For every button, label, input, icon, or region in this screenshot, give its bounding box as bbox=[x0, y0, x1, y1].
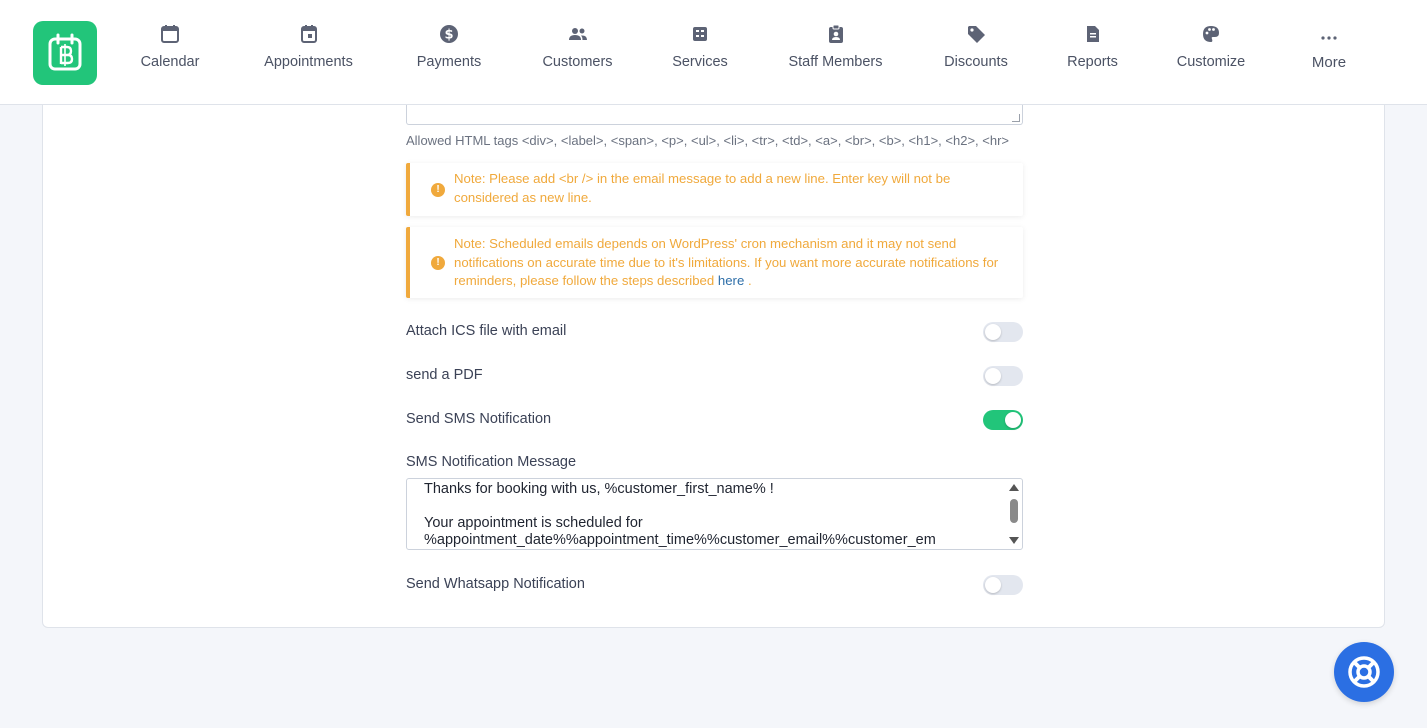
help-button[interactable] bbox=[1334, 642, 1394, 702]
note-text: Note: Please add <br /> in the email mes… bbox=[454, 171, 951, 205]
booking-logo-icon bbox=[48, 33, 82, 71]
nav-label: More bbox=[1311, 54, 1347, 71]
here-link[interactable]: here bbox=[718, 273, 744, 288]
nav-label: Payments bbox=[416, 54, 482, 70]
nav-label: Staff Members bbox=[788, 54, 883, 70]
nav-customize[interactable]: Customize bbox=[1173, 24, 1249, 80]
nav-label: Customers bbox=[542, 54, 613, 70]
lifebuoy-icon bbox=[1348, 656, 1380, 688]
send-sms-label: Send SMS Notification bbox=[406, 411, 552, 427]
nav-customers[interactable]: Customers bbox=[538, 24, 617, 80]
scroll-down-arrow-icon[interactable] bbox=[1009, 537, 1019, 544]
scroll-thumb[interactable] bbox=[1010, 499, 1018, 523]
nav-calendar[interactable]: Calendar bbox=[137, 24, 203, 80]
dollar-circle-icon: $ bbox=[440, 25, 458, 43]
nav-services[interactable]: Services bbox=[670, 24, 730, 80]
scroll-up-arrow-icon[interactable] bbox=[1009, 484, 1019, 491]
nav-label: Discounts bbox=[944, 54, 1008, 70]
info-icon: ! bbox=[431, 256, 445, 270]
send-whatsapp-label: Send Whatsapp Notification bbox=[406, 576, 585, 592]
resize-grip-icon[interactable] bbox=[1012, 114, 1020, 122]
nav-more[interactable]: More bbox=[1309, 28, 1349, 84]
send-whatsapp-toggle[interactable] bbox=[983, 575, 1023, 595]
cron-note: ! Note: Scheduled emails depends on Word… bbox=[406, 227, 1023, 298]
textarea-scrollbar[interactable] bbox=[1006, 479, 1022, 549]
app-logo[interactable] bbox=[33, 21, 97, 85]
document-icon bbox=[1086, 26, 1099, 42]
sms-message-label: SMS Notification Message bbox=[406, 454, 577, 470]
cron-note-suffix: . bbox=[744, 273, 752, 288]
nav-staff-members[interactable]: Staff Members bbox=[784, 24, 887, 80]
nav-label: Reports bbox=[1067, 54, 1118, 70]
toggle-knob bbox=[985, 368, 1001, 384]
nav-payments[interactable]: $ Payments bbox=[413, 24, 485, 80]
nav-label: Customize bbox=[1176, 54, 1246, 70]
svg-text:$: $ bbox=[444, 28, 453, 43]
calendar-icon bbox=[161, 25, 179, 43]
info-icon: ! bbox=[431, 183, 445, 197]
nav-label: Services bbox=[672, 54, 728, 70]
toggle-knob bbox=[985, 324, 1001, 340]
top-navbar: Calendar Appointments $ Payments Custome… bbox=[0, 0, 1427, 105]
sms-message-text[interactable]: Thanks for booking with us, %customer_fi… bbox=[424, 481, 992, 549]
ellipsis-icon bbox=[1321, 36, 1337, 40]
line-break-note: ! Note: Please add <br /> in the email m… bbox=[406, 163, 1023, 216]
calendar-day-icon bbox=[300, 25, 317, 43]
users-icon bbox=[568, 28, 587, 40]
nav-label: Appointments bbox=[264, 54, 353, 70]
attach-ics-label: Attach ICS file with email bbox=[406, 323, 567, 339]
toggle-knob bbox=[985, 577, 1001, 593]
tag-icon bbox=[968, 26, 985, 43]
nav-appointments[interactable]: Appointments bbox=[258, 24, 359, 80]
send-pdf-toggle[interactable] bbox=[983, 366, 1023, 386]
nav-discounts[interactable]: Discounts bbox=[941, 24, 1011, 80]
palette-icon bbox=[1203, 26, 1219, 42]
nav-reports[interactable]: Reports bbox=[1065, 24, 1120, 80]
send-pdf-label: send a PDF bbox=[406, 367, 483, 383]
list-grid-icon bbox=[693, 27, 707, 41]
attach-ics-toggle[interactable] bbox=[983, 322, 1023, 342]
nav-label: Calendar bbox=[140, 54, 200, 70]
allowed-tags-hint: Allowed HTML tags <div>, <label>, <span>… bbox=[406, 133, 1009, 148]
id-badge-icon bbox=[828, 24, 843, 43]
sms-message-textarea[interactable]: Thanks for booking with us, %customer_fi… bbox=[406, 478, 1023, 550]
note-text: Note: Scheduled emails depends on WordPr… bbox=[454, 235, 1011, 291]
toggle-knob bbox=[1005, 412, 1021, 428]
send-sms-toggle[interactable] bbox=[983, 410, 1023, 430]
